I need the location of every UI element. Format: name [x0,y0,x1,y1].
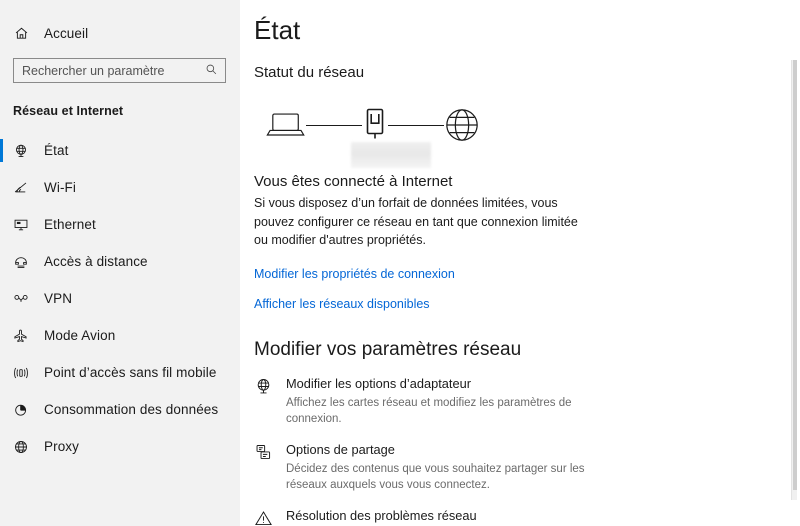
connection-status-description: Si vous disposez d’un forfait de données… [254,196,578,247]
option-change-adapter-options[interactable]: Modifier les options d’adaptateur Affich… [254,375,800,427]
sidebar-item-label: Consommation des données [44,402,219,417]
sidebar-item-acces-a-distance[interactable]: Accès à distance [0,243,240,280]
sidebar-category-title: Réseau et Internet [13,104,124,118]
option-title: Résolution des problèmes réseau [286,507,477,523]
scrollbar-thumb[interactable] [793,60,797,490]
sidebar-item-etat[interactable]: État [0,132,240,169]
sidebar-item-label: État [44,143,69,158]
globe-icon [444,107,480,143]
home-label: Accueil [44,25,89,41]
sidebar-item-point-acces-mobile[interactable]: Point d’accès sans fil mobile [0,354,240,391]
option-title: Options de partage [286,441,395,457]
search-icon [205,63,218,81]
sidebar-item-consommation-donnees[interactable]: Consommation des données [0,391,240,428]
settings-window: Accueil Réseau et Internet [0,0,800,526]
sidebar-item-mode-avion[interactable]: Mode Avion [0,317,240,354]
network-options-list: Modifier les options d’adaptateur Affich… [254,375,800,526]
sidebar-item-label: Point d’accès sans fil mobile [44,365,217,380]
search-box[interactable] [13,58,226,83]
hotspot-broadcast-icon [13,365,39,381]
sidebar-item-vpn[interactable]: VPN [0,280,240,317]
page-title: État [254,15,301,45]
network-status-heading: Statut du réseau [254,64,365,81]
sidebar-nav: État Wi-Fi Ethernet Accès à distance VPN… [0,132,240,465]
main-content: État Statut du réseau Vous êtes connecté… [240,0,800,526]
option-subtitle: Affichez les cartes réseau et modifiez l… [286,396,572,425]
wifi-icon [13,180,39,196]
option-sharing-options[interactable]: Options de partage Décidez des contenus … [254,441,800,493]
sidebar-item-home[interactable]: Accueil [0,20,240,46]
pie-chart-icon [13,402,39,418]
sidebar-item-label: VPN [44,291,73,306]
adapter-globe-icon [254,375,282,396]
search-input[interactable] [14,59,225,82]
airplane-icon [13,328,39,344]
sidebar-item-ethernet[interactable]: Ethernet [0,206,240,243]
option-title: Modifier les options d’adaptateur [286,375,471,391]
sidebar-item-label: Ethernet [44,217,96,232]
option-subtitle: Décidez des contenus que vous souhaitez … [286,462,585,491]
wifi-network-icon [362,107,388,143]
show-available-networks-link[interactable]: Afficher les réseaux disponibles [254,297,430,311]
globe-status-icon [13,143,39,159]
network-name-redaction [351,142,431,168]
sidebar-item-proxy[interactable]: Proxy [0,428,240,465]
diagram-link-2 [388,124,444,126]
vpn-key-icon [13,291,39,307]
warning-triangle-icon [254,507,282,526]
monitor-ethernet-icon [13,217,39,233]
sidebar-item-label: Wi-Fi [44,180,76,195]
sidebar-item-label: Proxy [44,439,80,454]
diagram-link-1 [306,124,362,126]
home-icon [14,26,40,41]
connection-status-title: Vous êtes connecté à Internet [254,173,453,190]
sharing-icon [254,441,282,462]
dialup-phone-icon [13,254,39,270]
change-settings-heading: Modifier vos paramètres réseau [254,338,522,360]
sidebar-item-label: Mode Avion [44,328,116,343]
main-scrollbar[interactable] [791,60,797,500]
network-diagram [254,99,800,168]
sidebar-item-label: Accès à distance [44,254,148,269]
laptop-icon [266,110,306,140]
change-connection-properties-link[interactable]: Modifier les propriétés de connexion [254,267,455,281]
option-network-troubleshooter[interactable]: Résolution des problèmes réseau Diagnost… [254,507,800,526]
globe-icon [13,439,39,455]
sidebar-item-wifi[interactable]: Wi-Fi [0,169,240,206]
sidebar: Accueil Réseau et Internet [0,0,240,526]
